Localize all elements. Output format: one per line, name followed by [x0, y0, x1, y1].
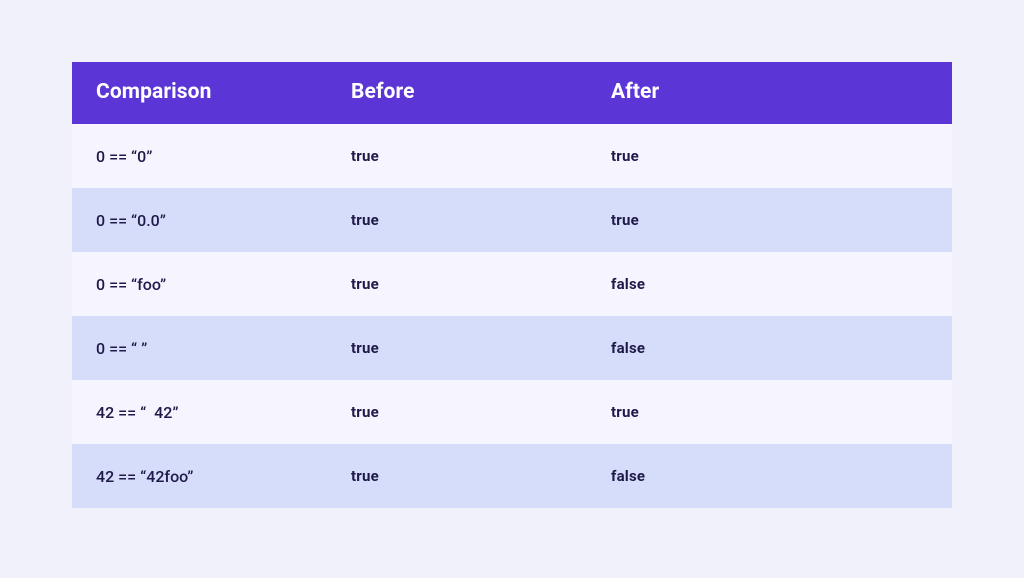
table-row: 42 == “ 42” true true	[72, 380, 952, 444]
cell-before: true	[351, 467, 611, 486]
cell-after: false	[611, 467, 928, 486]
cell-after: true	[611, 211, 928, 230]
comparison-table: Comparison Before After 0 == “0” true tr…	[72, 62, 952, 508]
cell-comparison: 42 == “42foo”	[96, 467, 351, 486]
table-header-row: Comparison Before After	[72, 62, 952, 124]
cell-before: true	[351, 211, 611, 230]
cell-before: true	[351, 147, 611, 166]
cell-after: true	[611, 147, 928, 166]
cell-after: true	[611, 403, 928, 422]
cell-before: true	[351, 275, 611, 294]
cell-comparison: 0 == “0”	[96, 147, 351, 166]
table-row: 0 == “foo” true false	[72, 252, 952, 316]
cell-comparison: 0 == “ ”	[96, 339, 351, 358]
table-row: 0 == “0” true true	[72, 124, 952, 188]
cell-after: false	[611, 339, 928, 358]
cell-before: true	[351, 339, 611, 358]
table-row: 42 == “42foo” true false	[72, 444, 952, 508]
cell-comparison: 0 == “0.0”	[96, 211, 351, 230]
header-comparison: Comparison	[96, 80, 351, 104]
cell-before: true	[351, 403, 611, 422]
table-row: 0 == “0.0” true true	[72, 188, 952, 252]
header-after: After	[611, 80, 928, 104]
header-before: Before	[351, 80, 611, 104]
table-row: 0 == “ ” true false	[72, 316, 952, 380]
cell-after: false	[611, 275, 928, 294]
cell-comparison: 0 == “foo”	[96, 275, 351, 294]
cell-comparison: 42 == “ 42”	[96, 403, 351, 422]
